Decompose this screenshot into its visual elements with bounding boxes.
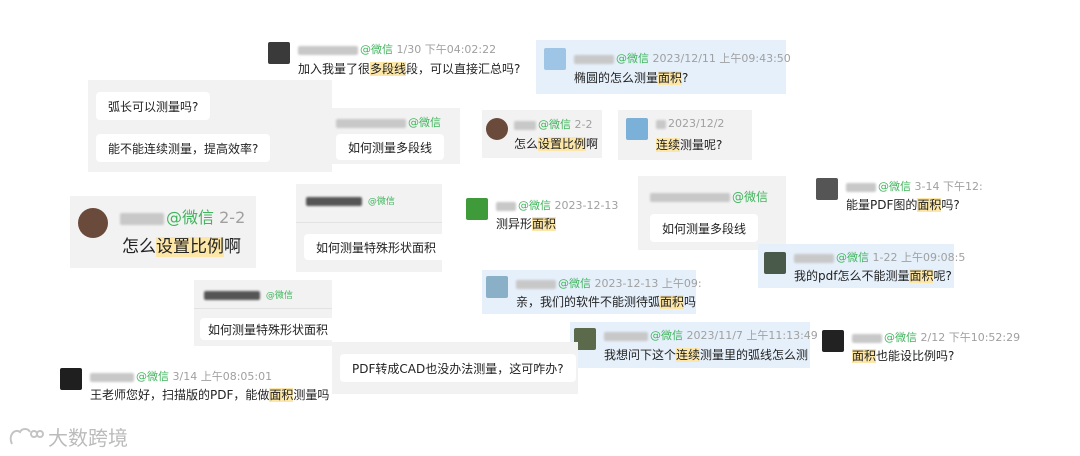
logo-icon	[9, 427, 44, 444]
message-card-17: @微信 3/14 上午08:05:01 王老师您好，扫描版的PDF，能做面积测量…	[56, 362, 330, 406]
message-text: 椭圆的怎么测量面积?	[574, 71, 689, 85]
message-text: 王老师您好，扫描版的PDF，能做面积测量吗	[90, 388, 330, 402]
sender-line: @微信 2023/12/11 上午09:43:50	[574, 50, 791, 66]
sender-line: @微信 2-2	[514, 116, 592, 132]
divider	[194, 308, 332, 309]
sender-line: @微信 1-22 上午09:08:5	[794, 249, 965, 265]
message-card-1: @微信 1/30 下午04:02:22 加入我量了很多段线段，可以直接汇总吗?	[262, 38, 527, 80]
avatar	[822, 330, 844, 352]
sender-line: @微信 3-14 下午12:	[846, 178, 983, 194]
sender-line: @微信 2-2	[120, 204, 245, 228]
message-text: 怎么设置比例啊	[514, 137, 599, 151]
avatar	[486, 118, 508, 140]
message-card-2: @微信 2023/12/11 上午09:43:50 椭圆的怎么测量面积?	[536, 40, 791, 94]
message-card-13: @微信 2023-12-13 上午09: 亲，我们的软件不能测待弧面积吗	[482, 270, 702, 314]
message-text: 我想问下这个连续测量里的弧线怎么测	[604, 348, 809, 362]
message-card-9: @微信 2023-12-13 测异形面积	[464, 192, 624, 236]
avatar	[816, 178, 838, 200]
message-card-11: @微信 3-14 下午12: 能量PDF图的面积吗?	[812, 174, 983, 218]
message-text: 面积也能设比例吗?	[852, 349, 955, 363]
avatar	[60, 368, 82, 390]
watermark-logo: 大数跨境	[8, 422, 128, 451]
message-card-5: @微信 2-2 怎么设置比例啊	[482, 110, 602, 158]
message-text: 我的pdf怎么不能测量面积呢?	[794, 269, 952, 283]
divider	[296, 222, 442, 223]
message-text: 加入我量了很多段线段，可以直接汇总吗?	[298, 62, 521, 76]
message-card-3: 弧长可以测量吗? 能不能连续测量，提高效率?	[88, 80, 332, 172]
message-card-14: @微信 如何测量特殊形状面积	[194, 280, 337, 346]
avatar	[466, 198, 488, 220]
chat-bubble: 弧长可以测量吗?	[96, 92, 211, 120]
sender-line: @微信 2023-12-13	[496, 197, 618, 213]
avatar	[78, 208, 108, 238]
message-text: 测异形面积	[496, 217, 557, 231]
message-card-8: @微信 如何测量特殊形状面积	[296, 184, 449, 272]
sender-line: @微信 2/12 下午10:52:29	[852, 329, 1020, 345]
message-card-18: PDF转成CAD也没办法测量，这可咋办?	[332, 342, 578, 394]
message-text: 亲，我们的软件不能测待弧面积吗	[516, 295, 697, 309]
message-card-4: @微信 如何测量多段线	[332, 108, 460, 164]
chat-bubble: 如何测量多段线	[336, 134, 445, 160]
message-card-16: @微信 2/12 下午10:52:29 面积也能设比例吗?	[818, 324, 1024, 368]
sender-line: @微信 2023/11/7 上午11:13:49	[604, 327, 818, 343]
sender-line: @微信 2023-12-13 上午09:	[516, 275, 702, 291]
avatar	[486, 276, 508, 298]
message-card-6: 2023/12/2 连续测量呢?	[618, 110, 752, 160]
chat-bubble: 如何测量多段线	[650, 214, 759, 242]
message-text: 连续测量呢?	[656, 138, 723, 152]
chat-bubble: 如何测量特殊形状面积	[200, 318, 337, 340]
message-card-15: @微信 2023/11/7 上午11:13:49 我想问下这个连续测量里的弧线怎…	[570, 322, 818, 368]
message-text: 怎么设置比例啊	[122, 237, 241, 257]
chat-bubble: PDF转成CAD也没办法测量，这可咋办?	[340, 354, 576, 382]
message-text: 能量PDF图的面积吗?	[846, 198, 960, 212]
avatar	[764, 252, 786, 274]
sender-line: 2023/12/2	[656, 117, 724, 130]
sender-line: @微信 3/14 上午08:05:01	[90, 368, 272, 384]
avatar	[544, 48, 566, 70]
logo-text: 大数跨境	[48, 426, 128, 450]
message-card-7: @微信 2-2 怎么设置比例啊	[70, 196, 256, 268]
message-card-12: @微信 1-22 上午09:08:5 我的pdf怎么不能测量面积呢?	[758, 244, 965, 288]
chat-bubble: 能不能连续测量，提高效率?	[96, 134, 271, 162]
sender-line: @微信	[336, 114, 441, 130]
sender-line: @微信 1/30 下午04:02:22	[298, 41, 496, 57]
sender-name: @微信	[204, 288, 293, 301]
message-card-10: @微信 如何测量多段线	[638, 176, 786, 250]
chat-bubble: 如何测量特殊形状面积	[304, 234, 449, 260]
avatar	[626, 118, 648, 140]
avatar	[268, 42, 290, 64]
sender-name: @微信	[306, 194, 395, 207]
sender-line: @微信	[650, 188, 768, 205]
